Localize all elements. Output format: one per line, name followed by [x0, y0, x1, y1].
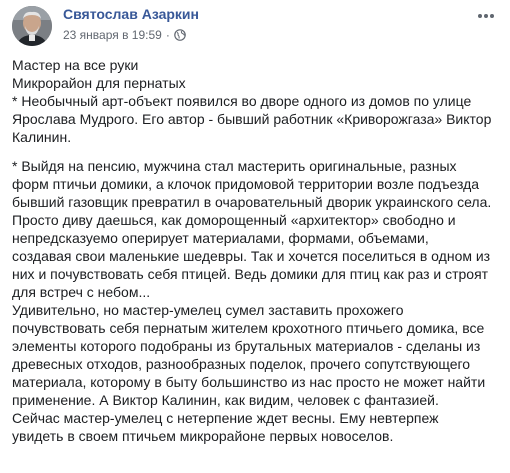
post-header: Святослав Азаркин 23 января в 19:59 ·	[12, 4, 502, 52]
post-line: * Выйдя на пенсию, мужчина стал мастерит…	[12, 158, 457, 174]
post-line: Удивительно, но мастер-умелец сумел заст…	[12, 302, 404, 318]
post-line: Сейчас мастер-умелец с нетерпение ждет в…	[12, 410, 439, 426]
post-line: элементы которого подобраны из брутальны…	[12, 338, 481, 354]
post-meta: 23 января в 19:59 ·	[63, 28, 186, 42]
post-line: них и почувствовать себя птицей. Ведь до…	[12, 266, 489, 282]
post-content: Мастер на все руки Микрорайон для пернат…	[12, 56, 504, 445]
post-line: Мастер на все руки	[12, 57, 139, 73]
post-line: непредсказуемо оперирует материалами, фо…	[12, 230, 429, 246]
post-line: увидеть в своем птичьем микрорайоне перв…	[12, 428, 394, 444]
post-line: применение. А Виктор Калинин, как видим,…	[12, 392, 439, 408]
post-line: создавая свои маленькие шедевры. Так и х…	[12, 248, 491, 264]
post-line: * Необычный арт-объект появился во дворе…	[12, 93, 472, 109]
post-line: Микрорайон для пернатых	[12, 75, 186, 91]
author-name[interactable]: Святослав Азаркин	[63, 6, 199, 22]
post-line: материала, которому в быту большинство и…	[12, 374, 486, 390]
post-line: древесных отходов, разнообразных поделок…	[12, 356, 471, 372]
post-line: для встреч с небом...	[12, 284, 151, 300]
post-timestamp[interactable]: 23 января в 19:59	[63, 28, 162, 42]
avatar-photo	[12, 6, 52, 46]
post-line: почувствовать себя пернатым жителем крох…	[12, 320, 485, 336]
meta-separator: ·	[165, 28, 170, 42]
globe-icon	[174, 29, 186, 41]
post-line: бывший газовщик превратил в очаровательн…	[12, 194, 492, 210]
more-options-icon[interactable]	[476, 6, 496, 26]
post-line: форм птичьи домики, а клочок придомовой …	[12, 176, 480, 192]
facebook-post: Святослав Азаркин 23 января в 19:59 · Ма…	[0, 0, 510, 473]
post-line: Ярослава Мудрого. Его автор - бывший раб…	[12, 111, 492, 127]
post-line: Просто диву даешься, как доморощенный «а…	[12, 212, 456, 228]
author-avatar[interactable]	[12, 6, 52, 46]
post-line: Калинин.	[12, 129, 72, 145]
